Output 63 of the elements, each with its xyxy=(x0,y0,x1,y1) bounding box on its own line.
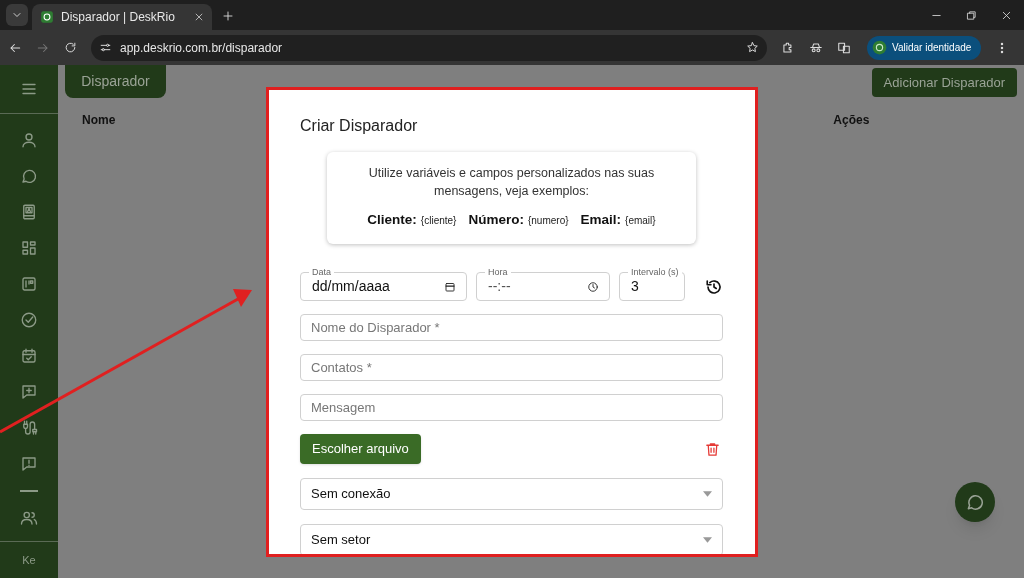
info-text: Utilize variáveis e campos personalizados nas suas mensagens, veja exemplos: xyxy=(367,165,656,200)
check-circle-icon[interactable] xyxy=(20,311,38,329)
calendar-check-icon[interactable] xyxy=(20,347,38,365)
address-bar[interactable]: app.deskrio.com.br/disparador xyxy=(91,34,767,61)
field-value: 3 xyxy=(631,277,640,297)
variable-label: Número: xyxy=(468,211,524,229)
variable-label: Cliente: xyxy=(367,211,417,229)
user-initials[interactable]: Ke xyxy=(22,551,36,569)
variable-code: {email} xyxy=(625,214,656,228)
clock-icon[interactable] xyxy=(587,280,599,293)
tab-title: Disparador | DeskRio xyxy=(61,9,176,26)
field-label: Intervalo (s) xyxy=(628,266,682,279)
new-tab-icon[interactable] xyxy=(222,10,234,22)
variable-code: {cliente} xyxy=(420,214,457,228)
text-field[interactable]: Mensagem xyxy=(300,394,723,421)
dropdown-arrow-icon[interactable] xyxy=(703,491,712,497)
trash-icon[interactable] xyxy=(704,440,721,458)
page-title-tab[interactable]: Disparador xyxy=(65,65,166,98)
avatar-icon xyxy=(872,40,887,55)
person-icon[interactable] xyxy=(20,131,38,149)
calendar-icon[interactable] xyxy=(444,280,456,293)
select-field[interactable]: Sem conexão xyxy=(300,478,723,510)
people-icon[interactable] xyxy=(20,509,38,527)
column-header: Ações xyxy=(833,112,870,129)
chat-icon xyxy=(965,492,985,512)
dropdown-arrow-icon[interactable] xyxy=(703,537,712,543)
field-value: dd/mm/aaaa xyxy=(312,277,391,297)
incognito-icon[interactable] xyxy=(809,40,823,55)
choose-file-button[interactable]: Escolher arquivo xyxy=(300,434,421,464)
plug-icon[interactable] xyxy=(20,419,38,437)
browser-tab[interactable]: Disparador | DeskRio xyxy=(32,4,212,30)
board-icon[interactable] xyxy=(20,275,38,293)
chat-icon[interactable] xyxy=(20,167,38,185)
select-value: Sem conexão xyxy=(311,485,392,504)
url-text: app.deskrio.com.br/disparador xyxy=(120,39,284,57)
variable-code: {numero} xyxy=(527,214,569,228)
contact-book-icon[interactable] xyxy=(20,203,38,221)
history-icon[interactable] xyxy=(705,277,723,296)
add-button[interactable]: Adicionar Disparador xyxy=(871,68,1017,97)
field-value: --:-- xyxy=(488,277,512,297)
star-icon[interactable] xyxy=(746,41,759,54)
placeholder-text: Mensagem xyxy=(311,398,376,417)
select-value: Sem setor xyxy=(311,531,372,550)
chat-alert-icon[interactable] xyxy=(20,455,38,473)
reload-icon[interactable] xyxy=(64,41,77,54)
restore-icon[interactable] xyxy=(966,10,977,21)
variable-label: Email: xyxy=(580,211,622,229)
chat-button[interactable] xyxy=(955,482,995,522)
grid-icon[interactable] xyxy=(20,239,38,257)
profile-button[interactable]: Validar identidade xyxy=(867,35,982,60)
placeholder-text: Contatos * xyxy=(311,358,372,377)
placeholder-text: Nome do Disparador * xyxy=(311,318,440,337)
close-icon[interactable] xyxy=(1001,10,1012,21)
dialog-title: Criar Disparador xyxy=(300,116,419,136)
site-settings-icon[interactable] xyxy=(99,41,112,54)
column-header: Nome xyxy=(82,112,116,129)
text-field[interactable]: Contatos * xyxy=(300,354,723,382)
translate-icon[interactable] xyxy=(837,40,851,55)
extensions-icon[interactable] xyxy=(781,40,795,55)
chat-plus-icon[interactable] xyxy=(20,383,38,401)
site-logo-icon xyxy=(40,10,54,24)
close-icon[interactable] xyxy=(194,12,204,22)
text-field[interactable]: Nome do Disparador * xyxy=(300,314,723,342)
